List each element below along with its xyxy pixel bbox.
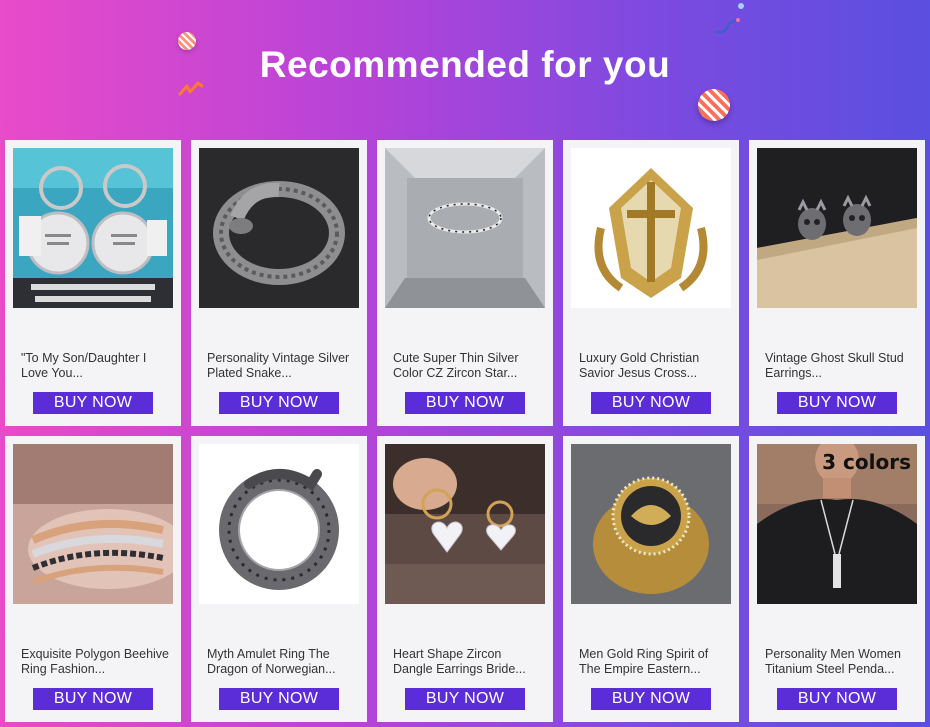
product-name[interactable]: Vintage Ghost Skull Stud Earrings...: [765, 351, 915, 381]
product-card[interactable]: Luxury Gold Christian Savior Jesus Cross…: [563, 140, 739, 426]
product-name[interactable]: Heart Shape Zircon Dangle Earrings Bride…: [393, 647, 543, 677]
page-title: Recommended for you: [259, 44, 671, 85]
product-card[interactable]: "To My Son/Daughter I Love You... BUY NO…: [5, 140, 181, 426]
heart-earrings-image[interactable]: [385, 444, 545, 604]
beehive-ring-image[interactable]: [13, 444, 173, 604]
buy-now-button[interactable]: BUY NOW: [405, 392, 525, 414]
buy-now-button[interactable]: BUY NOW: [591, 392, 711, 414]
squiggle-decoration-blue: [714, 16, 740, 41]
product-card[interactable]: Myth Amulet Ring The Dragon of Norwegian…: [191, 436, 367, 722]
colors-badge: 3 colors: [822, 450, 911, 474]
pendant-necklace-image[interactable]: 3 colors: [757, 444, 917, 604]
gold-cross-ring-image[interactable]: [571, 148, 731, 308]
thin-ring-image[interactable]: [385, 148, 545, 308]
product-card[interactable]: Cute Super Thin Silver Color CZ Zircon S…: [377, 140, 553, 426]
product-name[interactable]: "To My Son/Daughter I Love You...: [21, 351, 171, 381]
product-card[interactable]: Heart Shape Zircon Dangle Earrings Bride…: [377, 436, 553, 722]
product-card[interactable]: Personality Vintage Silver Plated Snake.…: [191, 140, 367, 426]
product-card[interactable]: Men Gold Ring Spirit of The Empire Easte…: [563, 436, 739, 722]
buy-now-button[interactable]: BUY NOW: [777, 688, 897, 710]
buy-now-button[interactable]: BUY NOW: [405, 688, 525, 710]
product-name[interactable]: Men Gold Ring Spirit of The Empire Easte…: [579, 647, 729, 677]
snake-ring-image[interactable]: [199, 148, 359, 308]
buy-now-button[interactable]: BUY NOW: [219, 392, 339, 414]
product-name[interactable]: Myth Amulet Ring The Dragon of Norwegian…: [207, 647, 357, 677]
skull-earrings-image[interactable]: [757, 148, 917, 308]
striped-ball-decoration-large: [698, 89, 730, 121]
confetti-decoration: [735, 0, 747, 18]
header-banner: Recommended for you: [0, 0, 930, 135]
product-name[interactable]: Cute Super Thin Silver Color CZ Zircon S…: [393, 351, 543, 381]
keychain-image[interactable]: [13, 148, 173, 308]
product-grid: "To My Son/Daughter I Love You... BUY NO…: [5, 140, 925, 722]
buy-now-button[interactable]: BUY NOW: [33, 688, 153, 710]
buy-now-button[interactable]: BUY NOW: [777, 392, 897, 414]
buy-now-button[interactable]: BUY NOW: [591, 688, 711, 710]
product-card[interactable]: 3 colors Personality Men Women Titanium …: [749, 436, 925, 722]
eagle-ring-image[interactable]: [571, 444, 731, 604]
product-name[interactable]: Personality Vintage Silver Plated Snake.…: [207, 351, 357, 381]
buy-now-button[interactable]: BUY NOW: [219, 688, 339, 710]
product-name[interactable]: Exquisite Polygon Beehive Ring Fashion..…: [21, 647, 171, 677]
product-card[interactable]: Exquisite Polygon Beehive Ring Fashion..…: [5, 436, 181, 722]
product-name[interactable]: Luxury Gold Christian Savior Jesus Cross…: [579, 351, 729, 381]
product-name[interactable]: Personality Men Women Titanium Steel Pen…: [765, 647, 915, 677]
dragon-ring-image[interactable]: [199, 444, 359, 604]
product-card[interactable]: Vintage Ghost Skull Stud Earrings... BUY…: [749, 140, 925, 426]
buy-now-button[interactable]: BUY NOW: [33, 392, 153, 414]
